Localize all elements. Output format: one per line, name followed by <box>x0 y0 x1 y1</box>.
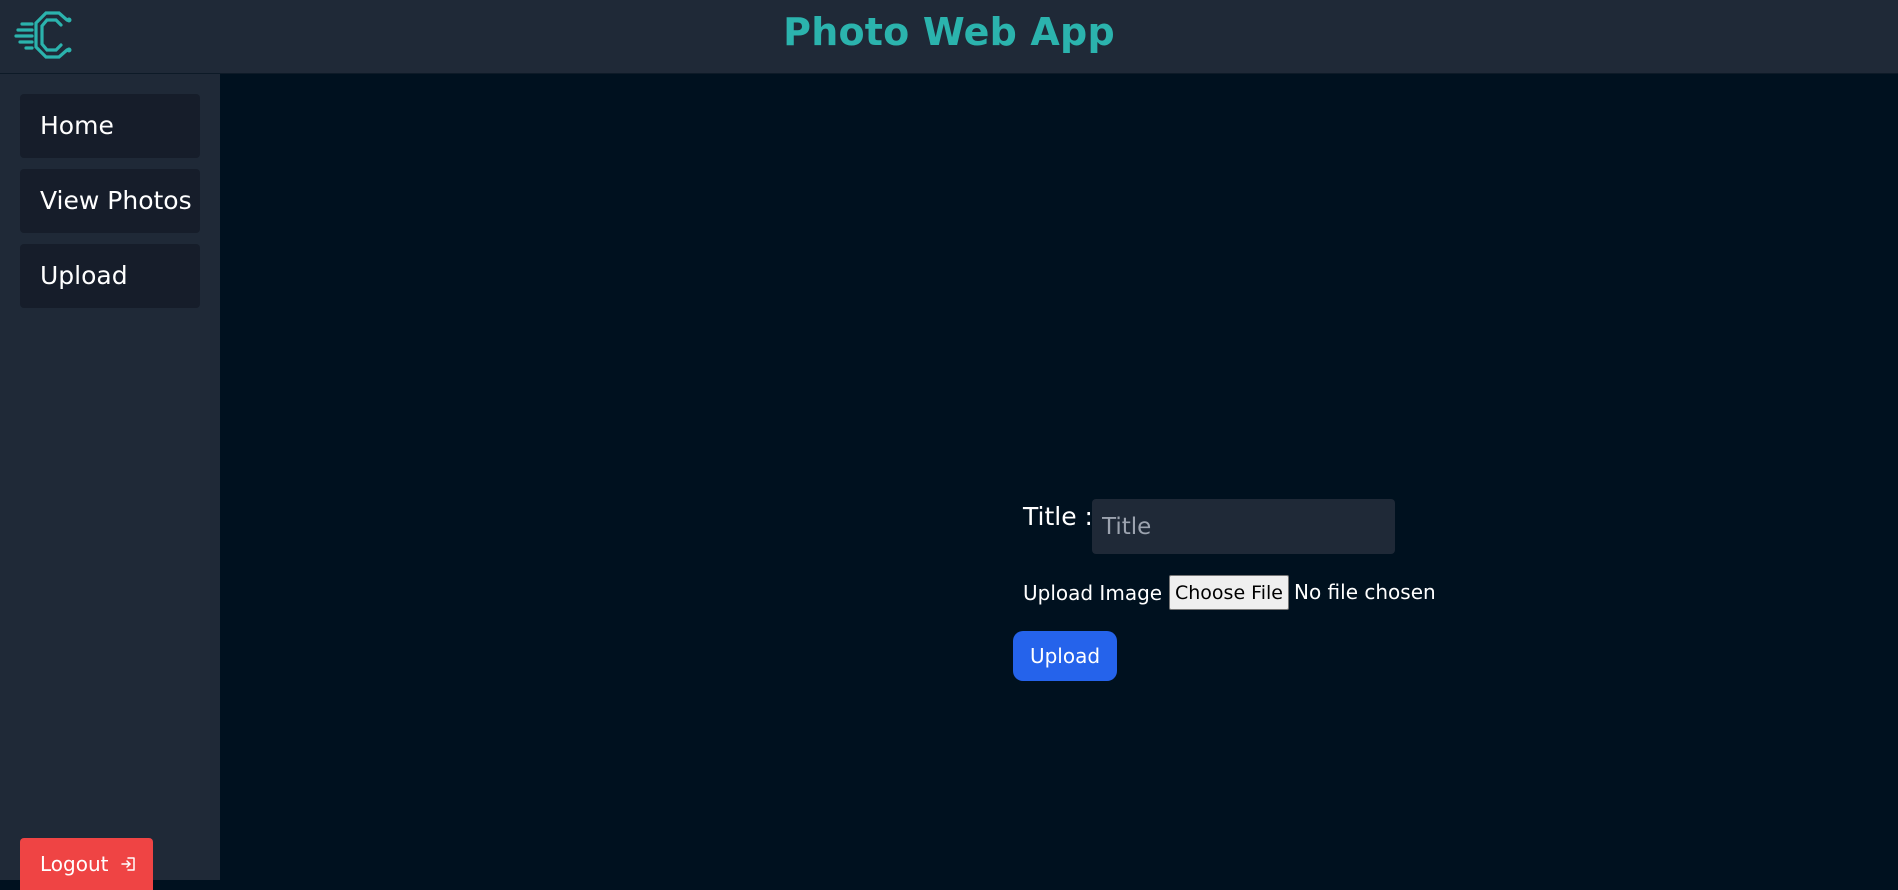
logout-icon <box>121 857 136 871</box>
sidebar-item-home[interactable]: Home <box>20 94 200 158</box>
title-input[interactable] <box>1092 499 1395 554</box>
upload-image-label: Upload Image : <box>1023 581 1176 605</box>
choose-file-button[interactable]: Choose File <box>1169 575 1289 610</box>
sidebar: Home View Photos Upload Logout <box>0 74 220 890</box>
file-status-text: No file chosen <box>1294 580 1436 604</box>
sidebar-item-upload[interactable]: Upload <box>20 244 200 308</box>
logout-label: Logout <box>40 852 109 876</box>
app-header: Photo Web App <box>0 0 1898 74</box>
sidebar-item-view-photos[interactable]: View Photos <box>20 169 200 233</box>
upload-submit-button[interactable]: Upload <box>1013 631 1117 681</box>
title-label: Title : <box>1023 502 1093 531</box>
logout-button[interactable]: Logout <box>20 838 153 890</box>
app-title: Photo Web App <box>783 10 1115 54</box>
main-content: Title : Upload Image : Choose File No fi… <box>220 74 1898 880</box>
